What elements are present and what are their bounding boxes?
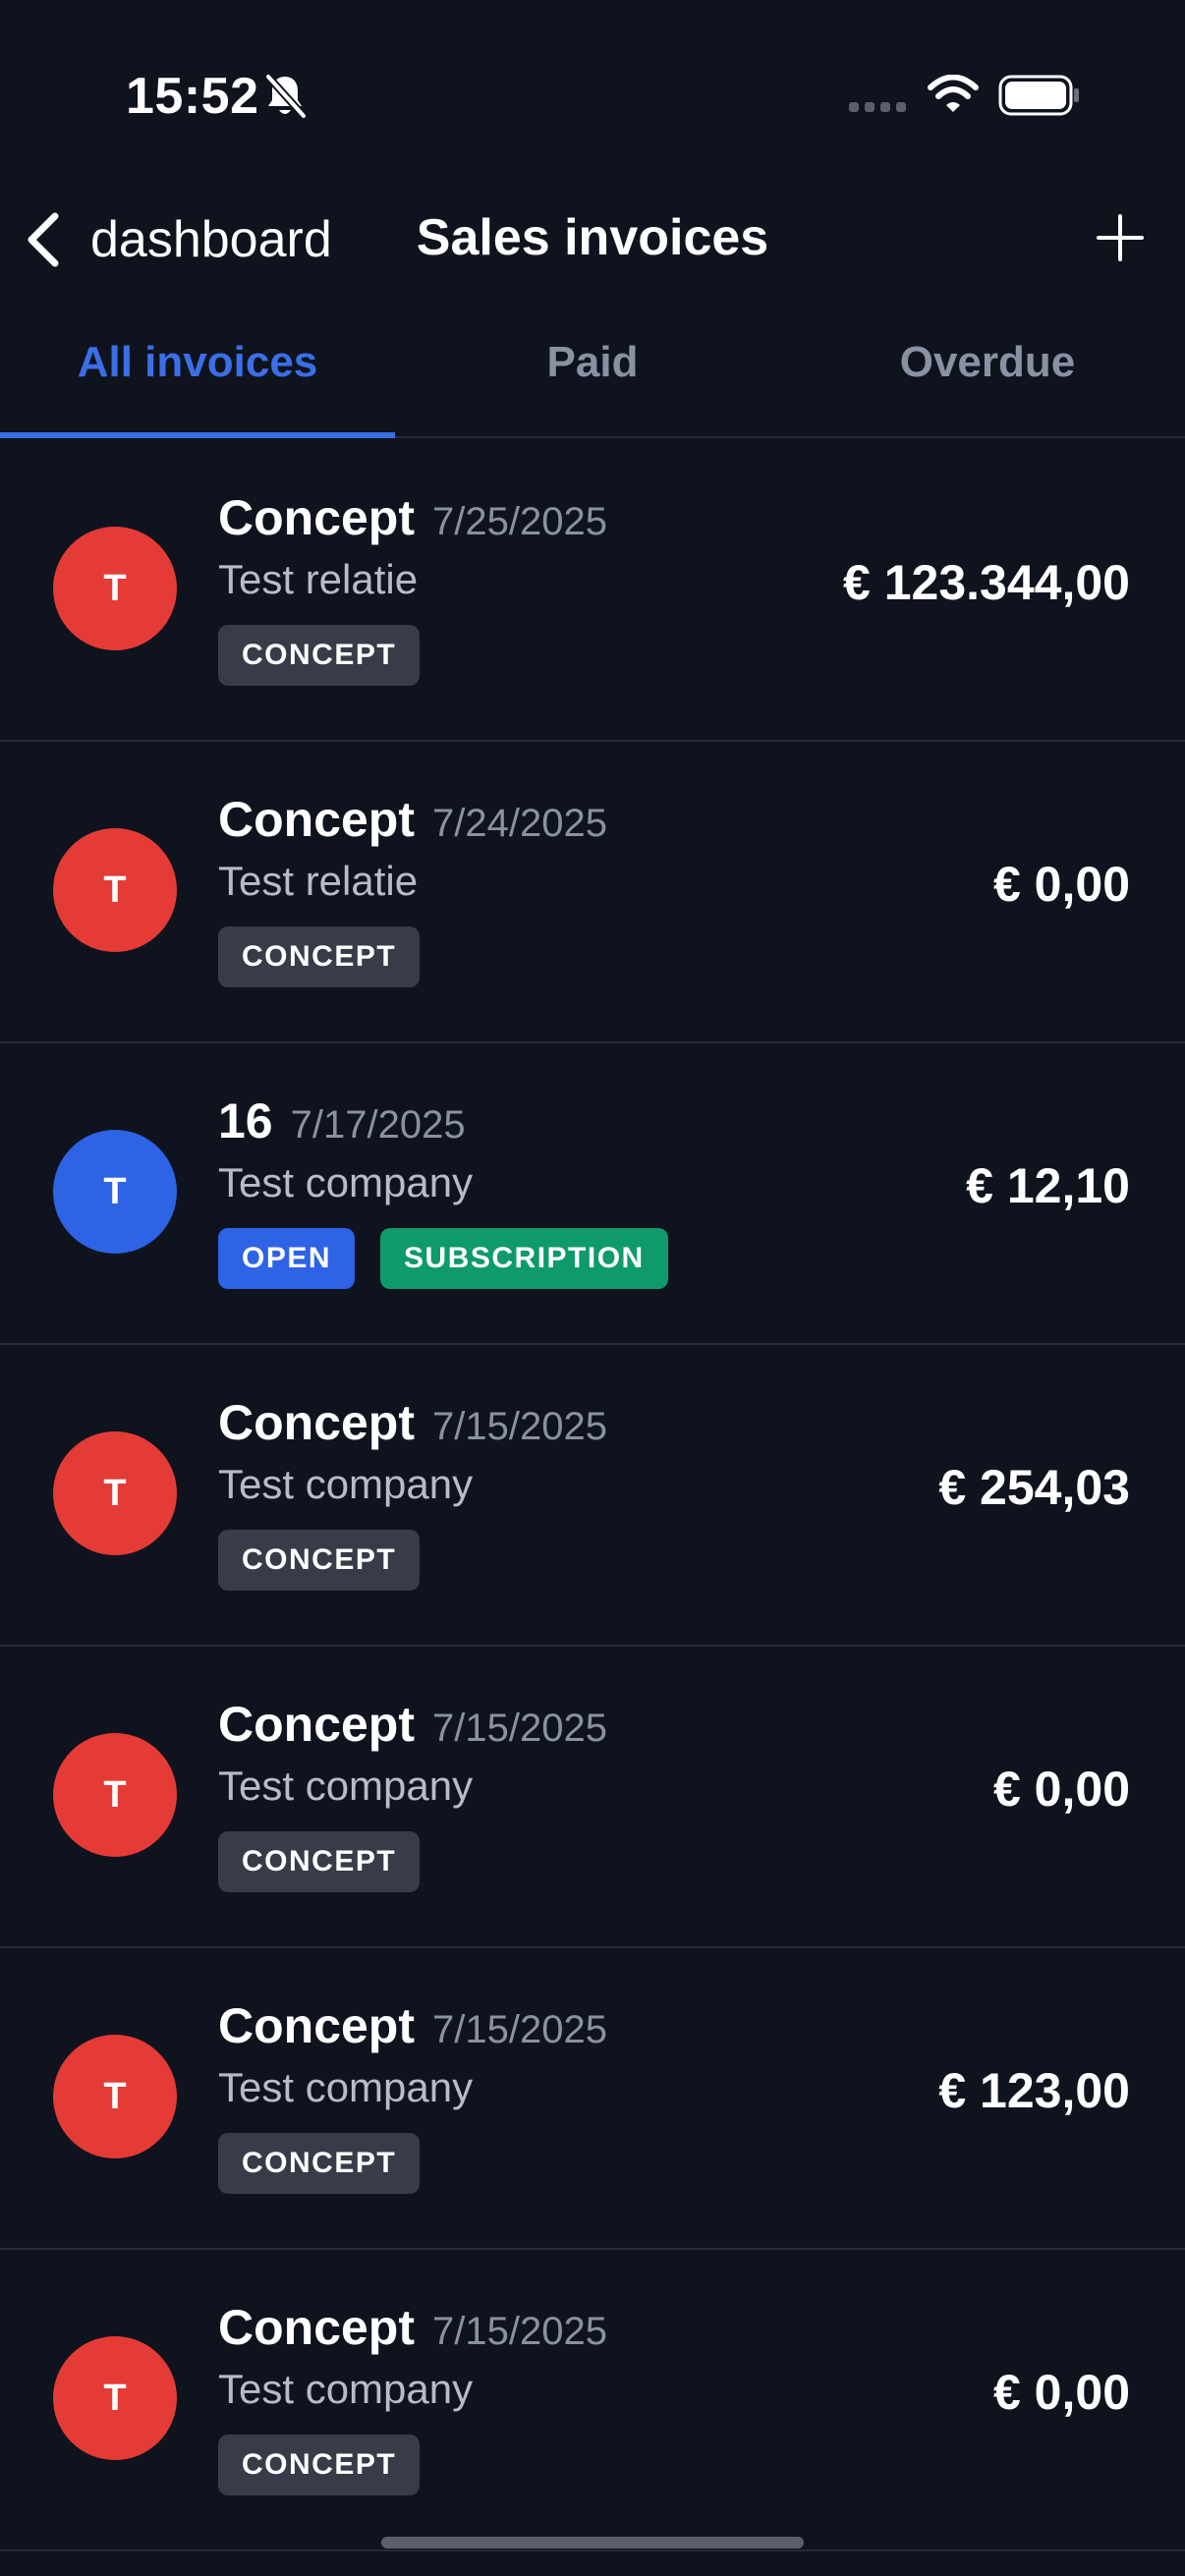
invoice-row[interactable]: T Concept 7/25/2025 Test relatie CONCEPT… xyxy=(0,440,1185,742)
bell-muted-icon xyxy=(265,74,307,119)
invoice-amount: € 123.344,00 xyxy=(843,555,1130,610)
subscription-badge: SUBSCRIPTION xyxy=(380,1228,668,1289)
avatar: T xyxy=(53,1130,177,1254)
back-button[interactable]: dashboard xyxy=(22,200,332,279)
invoice-number: Concept xyxy=(218,2300,415,2355)
avatar: T xyxy=(53,527,177,650)
status-bar: 15:52 xyxy=(0,0,1185,187)
status-badge: CONCEPT xyxy=(218,926,421,987)
invoice-relation: Test company xyxy=(218,2366,474,2412)
tab-all-invoices[interactable]: All invoices xyxy=(0,295,395,438)
invoice-row[interactable]: T Concept 7/15/2025 Test company CONCEPT… xyxy=(0,1345,1185,1647)
status-badge: CONCEPT xyxy=(218,2435,421,2495)
invoice-date: 7/15/2025 xyxy=(432,1707,607,1750)
chevron-left-icon xyxy=(28,212,59,267)
invoice-number: Concept xyxy=(218,1395,415,1450)
home-indicator[interactable] xyxy=(381,2537,804,2548)
invoice-relation: Test company xyxy=(218,2064,474,2110)
tab-paid[interactable]: Paid xyxy=(395,295,790,436)
invoice-amount: € 0,00 xyxy=(992,2365,1130,2420)
avatar: T xyxy=(53,828,177,952)
invoice-number: Concept xyxy=(218,1697,415,1752)
invoice-amount: € 12,10 xyxy=(966,1158,1130,1213)
invoice-date: 7/17/2025 xyxy=(290,1103,466,1147)
invoice-relation: Test relatie xyxy=(218,858,419,904)
invoice-row[interactable]: T Concept 7/15/2025 Test company CONCEPT… xyxy=(0,1647,1185,1948)
battery-icon xyxy=(998,75,1079,116)
invoice-row[interactable]: T Concept 7/15/2025 Test company CONCEPT… xyxy=(0,1948,1185,2250)
status-badge: CONCEPT xyxy=(218,1530,421,1591)
status-badge: CONCEPT xyxy=(218,2133,421,2194)
invoice-filter-tabs: All invoices Paid Overdue xyxy=(0,295,1185,438)
invoice-relation: Test company xyxy=(218,1159,474,1205)
invoice-row[interactable]: T Concept 7/15/2025 Test company CONCEPT… xyxy=(0,2250,1185,2551)
invoice-number: 16 xyxy=(218,1093,273,1148)
back-label: dashboard xyxy=(90,211,332,268)
avatar: T xyxy=(53,1431,177,1555)
invoice-date: 7/15/2025 xyxy=(432,1405,607,1448)
invoice-list: T Concept 7/25/2025 Test relatie CONCEPT… xyxy=(0,440,1185,2551)
invoice-date: 7/24/2025 xyxy=(432,802,607,845)
invoice-amount: € 0,00 xyxy=(992,857,1130,912)
sales-invoices-screen: 15:52 dashboard Sales invoices All invoi… xyxy=(0,0,1185,2576)
status-badge: OPEN xyxy=(218,1228,356,1289)
invoice-date: 7/15/2025 xyxy=(432,2310,607,2353)
plus-icon[interactable] xyxy=(1095,212,1146,263)
invoice-relation: Test company xyxy=(218,1461,474,1507)
invoice-relation: Test company xyxy=(218,1763,474,1809)
invoice-number: Concept xyxy=(218,1998,415,2053)
invoice-relation: Test relatie xyxy=(218,556,419,602)
avatar: T xyxy=(53,2035,177,2158)
tab-overdue[interactable]: Overdue xyxy=(790,295,1185,436)
invoice-amount: € 254,03 xyxy=(938,1460,1130,1515)
avatar: T xyxy=(53,2336,177,2460)
cellular-signal-icon xyxy=(849,102,906,112)
avatar: T xyxy=(53,1733,177,1857)
invoice-number: Concept xyxy=(218,490,415,545)
invoice-amount: € 0,00 xyxy=(992,1762,1130,1817)
wifi-icon xyxy=(928,75,979,112)
invoice-date: 7/15/2025 xyxy=(432,2008,607,2051)
status-time: 15:52 xyxy=(126,68,259,125)
invoice-row[interactable]: T 16 7/17/2025 Test company OPEN SUBSCRI… xyxy=(0,1043,1185,1345)
status-badge: CONCEPT xyxy=(218,1831,421,1892)
navigation-bar: dashboard Sales invoices xyxy=(0,187,1185,295)
invoice-amount: € 123,00 xyxy=(938,2063,1130,2118)
invoice-date: 7/25/2025 xyxy=(432,500,607,543)
status-badge: CONCEPT xyxy=(218,625,421,686)
invoice-number: Concept xyxy=(218,792,415,847)
invoice-row[interactable]: T Concept 7/24/2025 Test relatie CONCEPT… xyxy=(0,742,1185,1043)
